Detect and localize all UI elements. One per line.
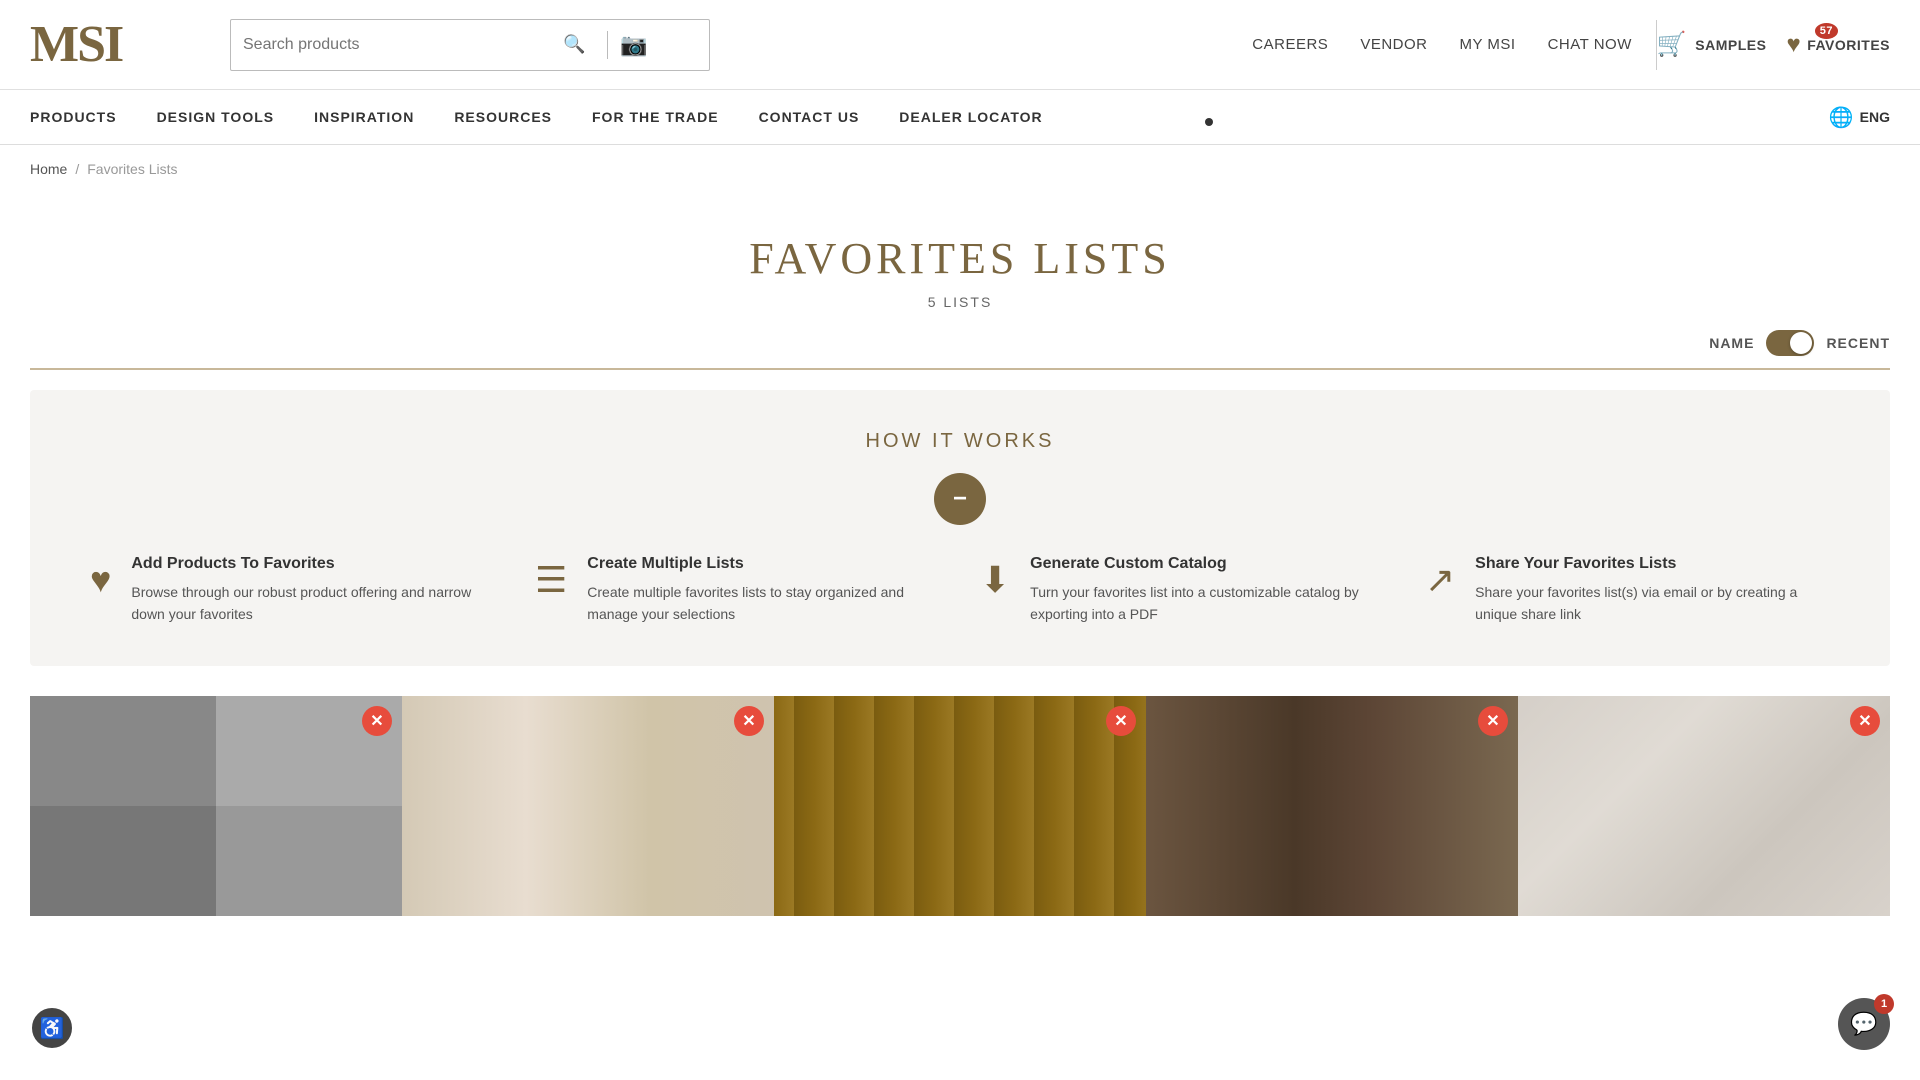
- nav-products[interactable]: PRODUCTS: [30, 109, 117, 125]
- feature-multiple-lists: ☰ Create Multiple Lists Create multiple …: [535, 555, 940, 626]
- vendor-link[interactable]: VENDOR: [1360, 36, 1427, 53]
- card-5-image: [1518, 696, 1890, 916]
- card-2-close[interactable]: ✕: [734, 706, 764, 736]
- how-it-works-section: HOW IT WORKS − ♥ Add Products To Favorit…: [30, 390, 1890, 666]
- card-4: ✕: [1146, 696, 1518, 916]
- chat-badge: 1: [1874, 994, 1894, 1014]
- main-nav: PRODUCTS DESIGN TOOLS INSPIRATION RESOUR…: [0, 90, 1920, 145]
- section-divider: [30, 368, 1890, 370]
- divider: [607, 31, 608, 59]
- lang-label: ENG: [1860, 109, 1890, 125]
- nav-for-the-trade[interactable]: FOR THE TRADE: [592, 109, 719, 125]
- header-actions: 🛒 SAMPLES 57 ♥ FAVORITES: [1657, 30, 1890, 59]
- card-2: ✕: [402, 696, 774, 916]
- feature-share-text: Share Your Favorites Lists Share your fa…: [1475, 555, 1830, 626]
- card-1: ✕: [30, 696, 402, 916]
- sort-name-label: NAME: [1709, 335, 1754, 351]
- card-3-image: [774, 696, 1146, 916]
- language-selector[interactable]: 🌐 ENG: [1829, 105, 1890, 130]
- how-it-works-collapse[interactable]: −: [934, 473, 986, 525]
- nav-design-tools[interactable]: DESIGN TOOLS: [157, 109, 275, 125]
- favorites-button[interactable]: 57 ♥ FAVORITES: [1786, 31, 1890, 59]
- breadcrumb: Home / Favorites Lists: [0, 145, 1920, 193]
- header-nav: CAREERS VENDOR MY MSI CHAT NOW: [1252, 36, 1632, 53]
- breadcrumb-separator: /: [75, 161, 79, 177]
- nav-dealer-locator[interactable]: DEALER LOCATOR: [899, 109, 1042, 125]
- feature-add-products: ♥ Add Products To Favorites Browse throu…: [90, 555, 495, 626]
- feature-add-desc: Browse through our robust product offeri…: [131, 581, 495, 626]
- header: MSI 🔍 📷 CAREERS VENDOR MY MSI CHAT NOW 🛒…: [0, 0, 1920, 90]
- feature-catalog-text: Generate Custom Catalog Turn your favori…: [1030, 555, 1385, 626]
- card-5: ✕: [1518, 696, 1890, 916]
- heart-icon: ♥: [1786, 31, 1801, 59]
- camera-icon[interactable]: 📷: [620, 32, 647, 58]
- card-1-close[interactable]: ✕: [362, 706, 392, 736]
- card-2-image: [402, 696, 774, 916]
- feature-list-title: Create Multiple Lists: [587, 555, 940, 573]
- search-input[interactable]: [243, 36, 563, 54]
- card-4-image: [1146, 696, 1518, 916]
- toggle-thumb: [1790, 332, 1812, 354]
- sort-recent-label: RECENT: [1826, 335, 1890, 351]
- card-5-close[interactable]: ✕: [1850, 706, 1880, 736]
- globe-icon: 🌐: [1829, 105, 1854, 130]
- feature-add-products-text: Add Products To Favorites Browse through…: [131, 555, 495, 626]
- download-feature-icon: ⬇: [980, 559, 1010, 601]
- samples-button[interactable]: 🛒 SAMPLES: [1657, 30, 1767, 59]
- sort-toggle: NAME RECENT: [0, 330, 1920, 368]
- feature-multiple-lists-text: Create Multiple Lists Create multiple fa…: [587, 555, 940, 626]
- accessibility-button[interactable]: ♿: [30, 1006, 74, 1050]
- search-bar: 🔍 📷: [230, 19, 710, 71]
- card-3: ✕: [774, 696, 1146, 916]
- breadcrumb-home[interactable]: Home: [30, 161, 67, 177]
- card-4-close[interactable]: ✕: [1478, 706, 1508, 736]
- how-features-list: ♥ Add Products To Favorites Browse throu…: [90, 555, 1830, 626]
- chat-icon: 💬: [1850, 1011, 1877, 1037]
- logo[interactable]: MSI: [30, 19, 190, 71]
- my-msi-link[interactable]: MY MSI: [1460, 36, 1516, 53]
- page-header: FAVORITES LISTS 5 LISTS: [0, 193, 1920, 330]
- favorites-badge: 57: [1815, 23, 1838, 39]
- feature-share-title: Share Your Favorites Lists: [1475, 555, 1830, 573]
- feature-share-lists: ↗ Share Your Favorites Lists Share your …: [1425, 555, 1830, 626]
- card-3-close[interactable]: ✕: [1106, 706, 1136, 736]
- favorites-label: FAVORITES: [1807, 37, 1890, 53]
- chat-now-link[interactable]: CHAT NOW: [1548, 36, 1632, 53]
- feature-catalog-title: Generate Custom Catalog: [1030, 555, 1385, 573]
- card-1-image: [30, 696, 402, 916]
- nav-contact-us[interactable]: CONTACT US: [759, 109, 860, 125]
- feature-list-desc: Create multiple favorites lists to stay …: [587, 581, 940, 626]
- breadcrumb-current: Favorites Lists: [87, 161, 177, 177]
- heart-feature-icon: ♥: [90, 559, 111, 601]
- list-count: 5 LISTS: [0, 294, 1920, 310]
- share-feature-icon: ↗: [1425, 559, 1455, 601]
- feature-share-desc: Share your favorites list(s) via email o…: [1475, 581, 1830, 626]
- search-icon[interactable]: 🔍: [563, 34, 585, 55]
- product-cards-section: ✕ ✕ ✕ ✕ ✕: [0, 666, 1920, 916]
- careers-link[interactable]: CAREERS: [1252, 36, 1328, 53]
- nav-inspiration[interactable]: INSPIRATION: [314, 109, 414, 125]
- list-feature-icon: ☰: [535, 559, 567, 601]
- page-title: FAVORITES LISTS: [0, 233, 1920, 284]
- chat-button[interactable]: 💬 1: [1838, 998, 1890, 1050]
- how-it-works-title: HOW IT WORKS: [90, 430, 1830, 453]
- accessibility-icon: ♿: [40, 1016, 65, 1041]
- feature-add-title: Add Products To Favorites: [131, 555, 495, 573]
- samples-label: SAMPLES: [1695, 37, 1766, 53]
- nav-resources[interactable]: RESOURCES: [454, 109, 552, 125]
- sort-toggle-switch[interactable]: [1766, 330, 1814, 356]
- cart-icon: 🛒: [1657, 30, 1687, 59]
- feature-catalog-desc: Turn your favorites list into a customiz…: [1030, 581, 1385, 626]
- feature-generate-catalog: ⬇ Generate Custom Catalog Turn your favo…: [980, 555, 1385, 626]
